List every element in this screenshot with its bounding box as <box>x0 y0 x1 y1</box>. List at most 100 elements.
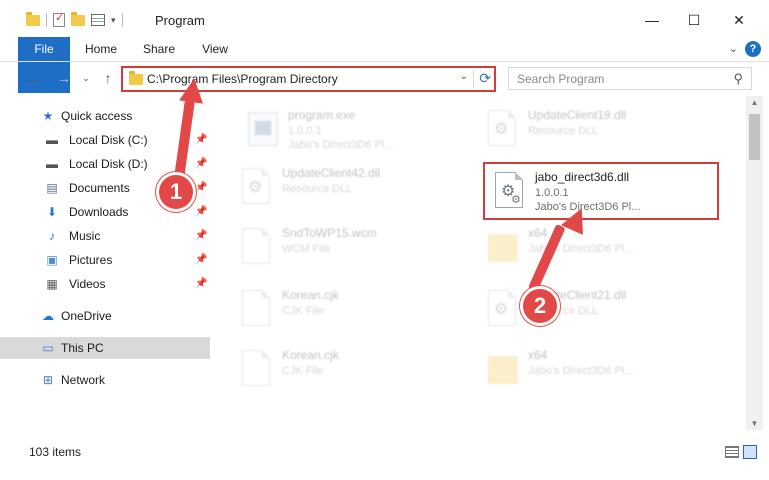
drive-icon: ▬ <box>46 157 58 171</box>
up-arrow-icon[interactable]: ↑ <box>98 68 118 88</box>
customize-toolbar-dropdown-icon[interactable]: ▾ <box>111 15 116 26</box>
pin-icon[interactable]: 📌 <box>195 254 207 265</box>
address-bar[interactable]: C:\Program Files\Program Directory ⌄ ⟳ <box>121 66 496 92</box>
scroll-up-icon[interactable]: ▲ <box>746 98 763 107</box>
search-input[interactable]: Search Program <box>517 72 604 86</box>
title-bar: ▾ Program — ☐ ✕ <box>0 0 769 40</box>
pin-icon[interactable]: 📌 <box>195 230 207 241</box>
folder-icon <box>129 71 143 85</box>
help-icon[interactable]: ? <box>745 41 761 57</box>
document-file-icon <box>238 226 274 268</box>
tab-view[interactable]: View <box>192 37 238 61</box>
nav-label: Local Disk (C:) <box>69 133 148 147</box>
nav-label: This PC <box>61 341 104 355</box>
toolbar-divider <box>121 13 123 27</box>
expand-ribbon-icon[interactable]: ⌄ <box>729 42 738 55</box>
dll-file-icon: ⚙ <box>484 108 520 150</box>
nav-label: Downloads <box>69 205 129 219</box>
file-type: Resource DLL <box>528 125 599 137</box>
file-name: Korean.cjk <box>282 348 339 362</box>
file-name: program.exe <box>288 108 356 122</box>
search-icon[interactable]: ⚲ <box>733 71 743 87</box>
file-item[interactable]: x64 Jabo's Direct3D6 Pl... <box>478 342 708 398</box>
pin-icon[interactable]: 📌 <box>195 158 207 169</box>
tab-home[interactable]: Home <box>78 37 124 61</box>
ribbon-tabs: File Home Share View ⌄ ? <box>0 37 769 93</box>
tab-share[interactable]: Share <box>136 37 182 61</box>
drive-icon: ▬ <box>46 133 58 147</box>
scroll-down-icon[interactable]: ▼ <box>746 419 763 428</box>
computer-icon: ▭ <box>42 341 54 355</box>
view-layout-icon[interactable] <box>91 14 105 26</box>
minimize-button[interactable]: — <box>630 6 674 34</box>
vertical-scrollbar[interactable]: ▲ ▼ <box>746 96 763 430</box>
callout-arrowhead-1 <box>179 76 207 104</box>
search-box[interactable]: Search Program ⚲ <box>508 67 752 90</box>
file-name: Korean.cjk <box>282 288 339 302</box>
maximize-button[interactable]: ☐ <box>672 6 716 34</box>
document-file-icon <box>238 348 274 390</box>
pin-icon[interactable]: 📌 <box>195 182 207 193</box>
status-bar: 103 items <box>0 440 769 464</box>
item-count: 103 items <box>29 445 82 459</box>
refresh-icon[interactable]: ⟳ <box>479 70 491 87</box>
file-type: Resource DLL <box>282 183 353 195</box>
new-folder-icon[interactable] <box>71 11 85 26</box>
address-divider <box>473 70 474 88</box>
file-item[interactable]: ⚙ UpdateClient42.dll Resource DLL <box>232 160 462 216</box>
nav-videos[interactable]: ▦ Videos 📌 <box>0 273 210 295</box>
nav-label: Network <box>61 373 106 387</box>
file-item[interactable]: Korean.cjk CJK File <box>232 342 462 398</box>
ribbon-divider <box>0 61 769 62</box>
file-version: 1.0.0.1 <box>288 125 322 137</box>
file-item[interactable]: Korean.cjk CJK File <box>232 282 462 338</box>
file-item[interactable]: SndToWP15.wcm WCM File <box>232 220 462 276</box>
back-arrow-icon[interactable]: ← <box>24 68 44 88</box>
scroll-thumb[interactable] <box>749 114 760 160</box>
properties-icon[interactable] <box>53 11 65 27</box>
dll-file-icon: ⚙ <box>238 166 274 208</box>
nav-onedrive[interactable]: ☁ OneDrive <box>0 305 210 327</box>
close-button[interactable]: ✕ <box>717 6 761 34</box>
nav-label: Documents <box>69 181 130 195</box>
step-badge-2: 2 <box>520 286 560 326</box>
file-item[interactable]: ⚙ UpdateClient21.dll Resource DLL <box>478 282 708 338</box>
step-badge-1: 1 <box>156 172 196 212</box>
nav-quick-access[interactable]: ★ Quick access <box>0 105 210 127</box>
file-description: Jabo's Direct3D6 Pl... <box>528 365 634 377</box>
nav-pictures[interactable]: ▣ Pictures 📌 <box>0 249 210 271</box>
file-item[interactable]: x64 Jabo's Direct3D6 Pl... <box>478 220 708 276</box>
file-list: program.exe 1.0.0.1 Jabo's Direct3D6 Pl.… <box>212 96 745 430</box>
details-view-icon[interactable] <box>725 446 739 458</box>
pin-icon[interactable]: 📌 <box>195 206 207 217</box>
document-file-icon <box>238 288 274 330</box>
toolbar-divider <box>46 13 47 27</box>
file-name: x64 <box>528 348 548 362</box>
folder-icon <box>484 226 520 268</box>
address-path[interactable]: C:\Program Files\Program Directory <box>147 72 338 86</box>
forward-arrow-icon[interactable]: → <box>54 68 74 88</box>
file-type: CJK File <box>282 305 324 317</box>
large-icons-view-icon[interactable] <box>743 445 757 459</box>
nav-network[interactable]: ⊞ Network <box>0 369 210 391</box>
window-title: Program <box>155 13 205 28</box>
file-item[interactable]: program.exe 1.0.0.1 Jabo's Direct3D6 Pl.… <box>238 102 468 158</box>
videos-icon: ▦ <box>46 277 58 291</box>
pin-icon[interactable]: 📌 <box>195 278 207 289</box>
file-item-jabo-direct3d6[interactable]: ⚙ ⚙ jabo_direct3d6.dll 1.0.0.1 Jabo's Dir… <box>483 162 719 220</box>
folder-icon[interactable] <box>26 11 40 26</box>
nav-label: Videos <box>69 277 106 291</box>
nav-this-pc[interactable]: ▭ This PC <box>0 337 210 359</box>
nav-music[interactable]: ♪ Music 📌 <box>0 225 210 247</box>
file-name: UpdateClient19.dll <box>528 108 627 122</box>
pin-icon[interactable]: 📌 <box>195 134 207 145</box>
recent-locations-chevron-icon[interactable]: ⌄ <box>76 68 96 88</box>
music-icon: ♪ <box>49 229 55 243</box>
file-item[interactable]: ⚙ UpdateClient19.dll Resource DLL <box>478 102 708 158</box>
file-type: CJK File <box>282 365 324 377</box>
address-dropdown-icon[interactable]: ⌄ <box>460 71 468 82</box>
exe-file-icon <box>244 108 280 150</box>
downloads-icon: ⬇ <box>46 205 58 219</box>
dll-file-icon: ⚙ <box>484 288 520 330</box>
nav-label: Quick access <box>61 109 133 123</box>
